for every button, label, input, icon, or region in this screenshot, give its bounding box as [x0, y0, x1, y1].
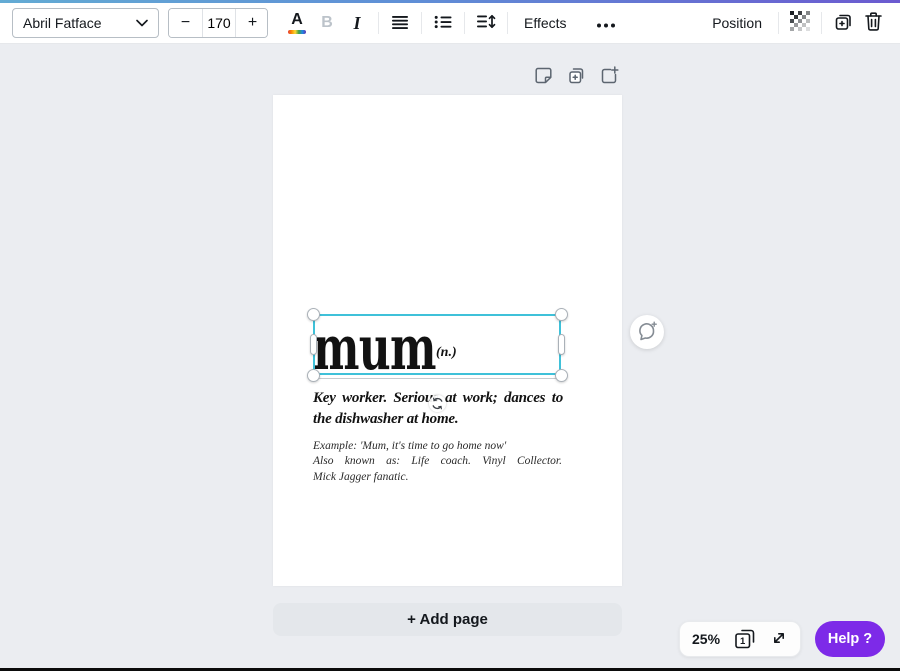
- note-icon: [533, 66, 553, 88]
- text-align-button[interactable]: [385, 7, 415, 39]
- bold-button[interactable]: B: [312, 7, 342, 39]
- add-page-icon-button[interactable]: [599, 66, 619, 86]
- font-size-decrease-button[interactable]: −: [169, 9, 202, 37]
- font-name-label: Abril Fatface: [23, 15, 102, 31]
- font-size-increase-button[interactable]: +: [236, 9, 268, 37]
- pages-icon: 1: [733, 628, 757, 653]
- page-count: 1: [740, 636, 746, 647]
- example-text[interactable]: Example: 'Mum, it's time to go home now'…: [313, 439, 562, 485]
- font-size-input[interactable]: [202, 9, 236, 37]
- font-size-stepper: − +: [168, 8, 268, 38]
- line-spacing-icon: [476, 14, 496, 32]
- selection-handle-bottom-right[interactable]: [555, 369, 568, 382]
- line-spacing-button[interactable]: [471, 7, 501, 39]
- selection-handle-left[interactable]: [310, 334, 317, 355]
- fullscreen-button[interactable]: [770, 628, 788, 650]
- effects-button[interactable]: Effects: [514, 7, 577, 39]
- page-actions: [533, 66, 619, 86]
- toolbar-divider: [464, 12, 465, 34]
- font-selector[interactable]: Abril Fatface: [12, 8, 159, 38]
- design-page[interactable]: mum (n.) Key worker. Serious at work; da…: [273, 95, 622, 586]
- zoom-level[interactable]: 25%: [692, 631, 720, 647]
- example-line: Also known as: Life coach. Vinyl Collect…: [313, 454, 562, 469]
- view-controls: 25% 1: [679, 621, 801, 657]
- pages-button[interactable]: 1: [733, 628, 757, 650]
- rainbow-swatch: [288, 30, 306, 34]
- duplicate-page-button[interactable]: [566, 66, 586, 86]
- text-toolbar: Abril Fatface − + A B I: [0, 3, 900, 44]
- toolbar-divider: [778, 12, 779, 34]
- text-color-icon: A: [291, 12, 303, 28]
- bulleted-list-button[interactable]: [428, 7, 458, 39]
- toolbar-divider: [507, 12, 508, 34]
- duplicate-button[interactable]: [828, 7, 858, 39]
- rotate-cursor-icon: [429, 395, 446, 412]
- trash-icon: [864, 11, 883, 35]
- title-text[interactable]: mum: [313, 313, 431, 375]
- justify-align-icon: [391, 15, 409, 32]
- position-button[interactable]: Position: [702, 7, 772, 39]
- example-line: Example: 'Mum, it's time to go home now': [313, 439, 562, 454]
- toolbar-divider: [821, 12, 822, 34]
- add-note-button[interactable]: [533, 66, 553, 86]
- more-options-icon: [596, 16, 616, 31]
- delete-button[interactable]: [858, 7, 888, 39]
- expand-icon: [770, 629, 788, 650]
- more-options-button[interactable]: [591, 7, 621, 39]
- title-annotation[interactable]: (n.): [436, 345, 457, 361]
- add-comment-icon: [636, 320, 658, 345]
- selection-handle-right[interactable]: [558, 334, 565, 355]
- bulleted-list-icon: [434, 15, 452, 32]
- add-comment-button[interactable]: [630, 315, 664, 349]
- definition-line: the dishwasher at home.: [313, 409, 563, 430]
- toolbar-divider: [421, 12, 422, 34]
- example-line: Mick Jagger fanatic.: [313, 470, 562, 485]
- text-color-button[interactable]: A: [282, 7, 312, 39]
- selection-handle-bottom-left[interactable]: [307, 369, 320, 382]
- help-button[interactable]: Help ?: [815, 621, 885, 657]
- chevron-down-icon: [136, 14, 148, 32]
- canva-editor: Abril Fatface − + A B I: [0, 0, 900, 671]
- selection-handle-top-left[interactable]: [307, 308, 320, 321]
- transparency-button[interactable]: [785, 7, 815, 39]
- transparency-icon: [790, 11, 811, 35]
- selection-handle-top-right[interactable]: [555, 308, 568, 321]
- add-page-icon: [599, 66, 619, 88]
- italic-button[interactable]: I: [342, 7, 372, 39]
- duplicate-page-icon: [566, 66, 586, 88]
- duplicate-icon: [833, 11, 854, 35]
- add-page-button[interactable]: + Add page: [273, 603, 622, 636]
- text-box-underline: [316, 378, 558, 379]
- toolbar-divider: [378, 12, 379, 34]
- title-word: mum: [313, 313, 436, 384]
